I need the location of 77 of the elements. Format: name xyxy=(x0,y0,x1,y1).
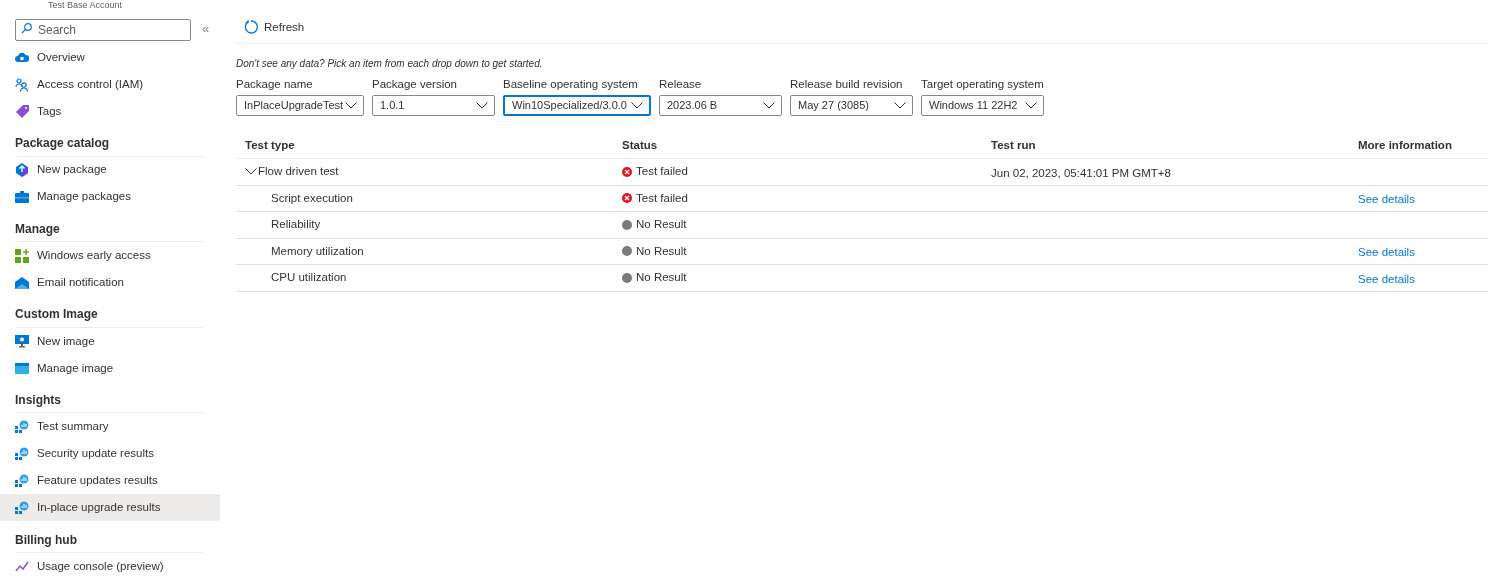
section-heading: Insights xyxy=(15,392,61,410)
nav-item[interactable]: Email notification xyxy=(0,269,220,297)
section-heading: Manage xyxy=(15,220,60,238)
test-type-text: Memory utilization xyxy=(271,243,364,259)
nav-item[interactable]: New package xyxy=(0,156,220,184)
column-header: Test type xyxy=(245,139,295,151)
field-label: Package version xyxy=(372,77,459,92)
hint-text: Don't see any data? Pick an item from each drop down to get started. xyxy=(236,57,544,70)
section-heading: Billing hub xyxy=(15,531,77,549)
search-icon xyxy=(21,23,32,34)
field-label: Release build revision xyxy=(790,77,904,92)
refresh-icon xyxy=(244,20,258,35)
nav-item[interactable]: Access control (IAM) xyxy=(0,71,220,98)
chevron-down-icon xyxy=(476,102,488,109)
dropdown[interactable]: 2023.06 B xyxy=(659,95,782,116)
column-header: Status xyxy=(622,139,658,151)
test-type-text: CPU utilization xyxy=(271,270,347,286)
nav-item[interactable]: Overview xyxy=(0,44,220,71)
test-type-text: Flow driven test xyxy=(258,164,339,180)
status-text: Test failed xyxy=(636,190,688,206)
dropdown[interactable]: InPlaceUpgradeTest xyxy=(236,95,364,116)
briefcase-icon xyxy=(15,191,29,204)
search-field[interactable]: Search xyxy=(15,19,191,41)
test-run-text: Jun 02, 2023, 05:41:01 PM GMT+8 xyxy=(991,166,1171,179)
status-text: No Result xyxy=(636,217,687,233)
chart-bubble-icon xyxy=(15,500,29,515)
grid-icon xyxy=(15,248,29,263)
window-icon xyxy=(15,362,29,374)
collapse-button[interactable]: « xyxy=(202,21,210,35)
column-header: More information xyxy=(1358,139,1452,151)
status-text: Test failed xyxy=(636,164,688,180)
expand-toggle[interactable] xyxy=(245,166,258,177)
nav-item[interactable]: Security update results xyxy=(0,440,220,468)
test-type-text: Script execution xyxy=(271,190,353,206)
nav-item[interactable]: Feature updates results xyxy=(0,467,220,495)
chart-bubble-icon xyxy=(15,473,29,488)
field-label: Package name xyxy=(236,77,314,92)
chevron-down-icon xyxy=(763,102,775,109)
chart-bubble-icon xyxy=(15,419,29,434)
people-icon xyxy=(15,77,29,92)
cloud-icon xyxy=(15,52,29,63)
dropdown[interactable]: Win10Specialized/3.0.0 xyxy=(503,95,651,116)
section-heading: Custom Image xyxy=(15,306,98,324)
nav-item[interactable]: Windows early access xyxy=(0,242,220,270)
refresh-button[interactable]: Refresh xyxy=(236,18,313,36)
nav-item[interactable]: Usage console (preview) xyxy=(0,552,220,580)
chart-bubble-icon xyxy=(15,446,29,461)
nav-item[interactable]: Test summary xyxy=(0,413,220,441)
see-details-link[interactable]: See details xyxy=(1358,193,1415,206)
nav-item[interactable]: In-place upgrade results xyxy=(0,494,220,522)
tag-icon xyxy=(15,105,29,118)
test-type-text: Reliability xyxy=(271,217,321,233)
dropdown[interactable]: Windows 11 22H2 xyxy=(921,95,1044,116)
field-label: Baseline operating system xyxy=(503,77,639,92)
chart-line-icon xyxy=(15,560,29,573)
section-heading: Package catalog xyxy=(15,135,110,153)
nav-item[interactable]: Manage packages xyxy=(0,183,220,211)
mail-icon xyxy=(15,276,29,289)
nav-item[interactable]: Manage image xyxy=(0,354,220,382)
status-text: No Result xyxy=(636,243,687,259)
column-header: Test run xyxy=(991,139,1036,151)
field-label: Release xyxy=(659,77,703,92)
chevron-down-icon xyxy=(631,102,643,109)
nav-item[interactable]: Tags xyxy=(0,98,220,125)
account-label: Test Base Account xyxy=(47,0,124,11)
package-upload-icon xyxy=(15,163,29,178)
chevron-down-icon xyxy=(345,102,357,109)
field-label: Target operating system xyxy=(921,77,1044,92)
dropdown[interactable]: May 27 (3085) xyxy=(790,95,913,116)
chevron-down-icon xyxy=(894,102,906,109)
see-details-link[interactable]: See details xyxy=(1358,272,1415,285)
monitor-icon xyxy=(15,334,29,348)
nav-item[interactable]: New image xyxy=(0,327,220,355)
dropdown[interactable]: 1.0.1 xyxy=(372,95,495,116)
see-details-link[interactable]: See details xyxy=(1358,246,1415,259)
status-text: No Result xyxy=(636,270,687,286)
chevron-down-icon xyxy=(1025,102,1037,109)
